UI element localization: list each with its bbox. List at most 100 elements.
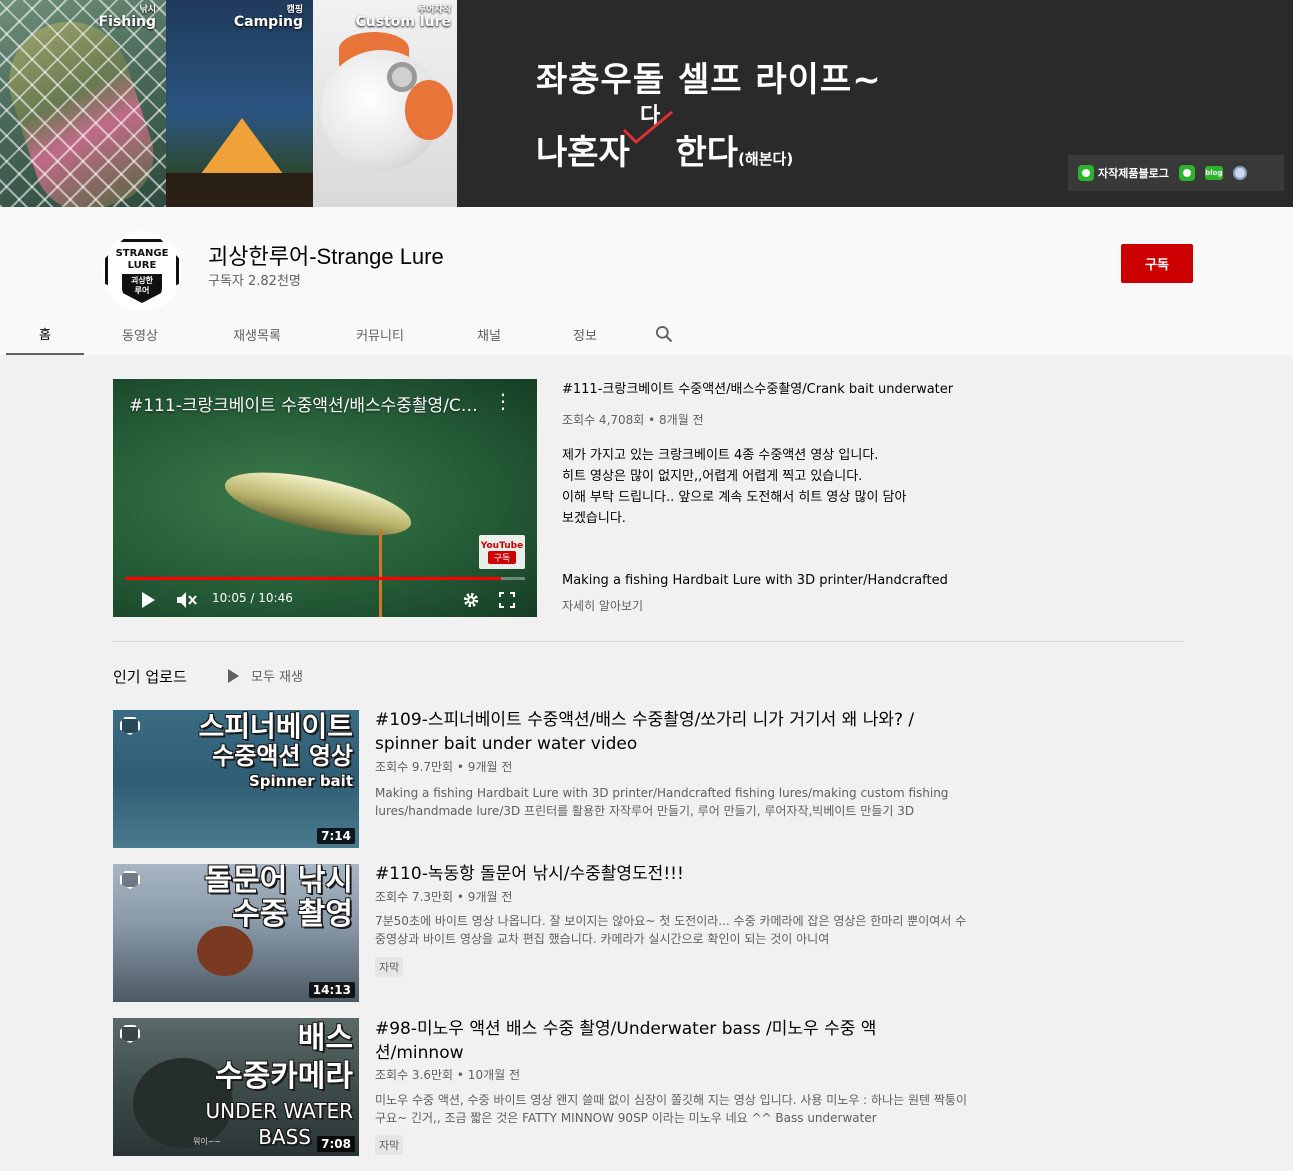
video-duration: 7:14 xyxy=(317,828,355,844)
description-line: 이해 부탁 드립니다.. 앞으로 계속 도전해서 히트 영상 많이 담아 xyxy=(562,490,907,505)
thumbnail-text: UNDER WATER xyxy=(205,1099,353,1123)
video-description: Making a fishing Hardbait Lure with 3D p… xyxy=(375,786,949,818)
channel-logo-icon xyxy=(120,717,140,735)
play-button[interactable] xyxy=(137,589,159,611)
banner-link-3[interactable]: blog xyxy=(1204,166,1223,180)
avatar-text: LURE xyxy=(127,260,157,271)
thumbnail-text: 돌문어 낚시 xyxy=(204,864,353,898)
green-circle-icon xyxy=(1078,165,1094,181)
featured-video-description: 제가 가지고 있는 크랑크베이트 4종 수중액션 영상 입니다. 히트 영상은 … xyxy=(562,445,972,529)
read-more-link[interactable]: 자세히 알아보기 xyxy=(562,597,643,614)
banner-panel-label: 루어자작 Custom lure xyxy=(355,5,451,30)
subscribe-button[interactable]: 구독 xyxy=(1121,244,1193,283)
video-title[interactable]: #98-미노우 액션 배스 수중 촬영/Underwater bass /미노우… xyxy=(375,1017,935,1065)
banner-panel-label: 캠핑 Camping xyxy=(233,5,303,30)
time-display: 10:05 / 10:46 xyxy=(212,591,293,605)
settings-button[interactable] xyxy=(460,589,482,611)
subscribe-watermark[interactable]: YouTube 구독 xyxy=(479,535,525,569)
ground xyxy=(166,173,313,207)
search-icon xyxy=(656,326,673,343)
thumbnail-text: BASS xyxy=(258,1125,311,1149)
progress-fill xyxy=(125,577,501,580)
tent-image xyxy=(198,118,286,178)
channel-banner: 낚시 Fishing 캠핑 Camping 루어자작 Custom lure 좌충우돌… xyxy=(0,0,1293,207)
thumbnail-text: Spinner bait xyxy=(248,772,353,790)
globe-icon xyxy=(1232,166,1247,180)
fullscreen-button[interactable] xyxy=(496,589,518,611)
video-thumbnail[interactable]: 배스 수중카메라 UNDER WATER BASS 워이~~ 7:08 xyxy=(113,1018,359,1156)
shelf-title[interactable]: 인기 업로드 xyxy=(113,666,187,687)
banner-link-4[interactable] xyxy=(1232,166,1247,180)
headline-part-small: (해본다) xyxy=(738,150,794,168)
tab-about[interactable]: 정보 xyxy=(536,313,634,355)
play-all-button[interactable]: 모두 재생 xyxy=(228,666,303,685)
tab-videos[interactable]: 동영상 xyxy=(84,313,196,355)
avatar-text: STRANGE xyxy=(115,248,169,259)
featured-video-description-extra: Making a fishing Hardbait Lure with 3D p… xyxy=(562,573,948,588)
net-pattern xyxy=(0,0,166,207)
video-meta: 조회수 3.6만회 • 10개월 전 xyxy=(375,1068,521,1082)
progress-bar[interactable] xyxy=(125,577,525,580)
headline-part: 한다 xyxy=(675,133,739,173)
subtitles-badge: 자막 xyxy=(375,957,404,977)
banner-link-2[interactable] xyxy=(1178,165,1195,181)
channel-header: STRANGE LURE 괴상한 루어 괴상한루어-Strange Lure 구독… xyxy=(0,207,1293,355)
video-duration: 7:08 xyxy=(317,1136,355,1152)
banner-link-label: 자작제품블로그 xyxy=(1098,167,1169,180)
thumbnail-text: 스피너베이트 xyxy=(198,710,353,743)
video-frame-line xyxy=(379,529,382,617)
fullscreen-icon xyxy=(499,592,515,608)
avatar-text: 괴상한 xyxy=(130,276,154,285)
avatar-logo: STRANGE LURE 괴상한 루어 xyxy=(105,239,179,303)
avatar[interactable]: STRANGE LURE 괴상한 루어 xyxy=(102,231,182,311)
video-frame-lure xyxy=(219,459,417,549)
tab-channels[interactable]: 채널 xyxy=(442,313,536,355)
banner-panel-label: 낚시 Fishing xyxy=(98,5,156,30)
tab-playlists[interactable]: 재생목록 xyxy=(196,313,318,355)
description-line: 제가 가지고 있는 크랑크베이트 4종 수중액션 영상 입니다. xyxy=(562,448,879,463)
video-thumbnail[interactable]: 스피너베이트 수중액션 영상 Spinner bait 7:14 xyxy=(113,710,359,848)
channel-tabs: 홈 동영상 재생목록 커뮤니티 채널 정보 xyxy=(6,313,694,355)
headline-part: 나혼자 xyxy=(536,133,630,173)
divider xyxy=(113,641,1183,642)
description-line: 보겠습니다. xyxy=(562,511,626,526)
avatar-text-box: 괴상한 루어 xyxy=(122,274,162,302)
featured-video-player[interactable]: #111-크랑크베이트 수중액션/배스수중촬영/Crank bait under… xyxy=(113,379,537,617)
tab-search[interactable] xyxy=(634,313,694,355)
banner-panel-lure: 루어자작 Custom lure xyxy=(313,0,457,207)
video-description: 미노우 수중 액션, 수중 바이트 영상 왠지 쓸때 없이 심장이 쫄깃해 지는… xyxy=(375,1093,967,1125)
banner-link-blog[interactable]: 자작제품블로그 xyxy=(1078,165,1169,181)
thumbnail-text: 수중 촬영 xyxy=(232,897,353,932)
blog-icon: blog xyxy=(1204,166,1223,180)
description-line: 히트 영상은 많이 없지만,,어렵게 어렵게 찍고 있습니다. xyxy=(562,469,863,484)
channel-logo-icon xyxy=(120,871,140,889)
more-vert-icon[interactable]: ⋮ xyxy=(493,389,513,413)
channel-name: 괴상한루어-Strange Lure xyxy=(208,244,444,269)
video-title[interactable]: #109-스피너베이트 수중액션/배스 수중촬영/쏘가리 니가 거기서 왜 나와… xyxy=(375,708,935,756)
featured-video-meta: 조회수 4,708회 • 8개월 전 xyxy=(562,413,704,427)
featured-video-title[interactable]: #111-크랑크베이트 수중액션/배스수중촬영/Crank bait under… xyxy=(562,378,972,397)
video-meta: 조회수 7.3만회 • 9개월 전 xyxy=(375,890,513,904)
video-duration: 14:13 xyxy=(308,982,355,998)
banner-panel-camping: 캠핑 Camping xyxy=(166,0,313,207)
octopus-image xyxy=(197,926,253,976)
thumbnail-text: 배스 xyxy=(297,1021,353,1056)
video-meta: 조회수 9.7만회 • 9개월 전 xyxy=(375,760,513,774)
banner-panel-fishing: 낚시 Fishing xyxy=(0,0,166,207)
banner-links: 자작제품블로그 blog xyxy=(1068,155,1284,191)
banner-headline: 좌충우돌 셀프 라이프~ xyxy=(536,60,882,100)
mute-button[interactable] xyxy=(175,589,199,611)
lure-lip xyxy=(405,80,453,140)
play-icon xyxy=(228,668,239,683)
subtitles-badge: 자막 xyxy=(375,1135,404,1155)
watermark-text: YouTube xyxy=(480,540,524,551)
thumbnail-text: 수중카메라 xyxy=(215,1059,353,1094)
video-title[interactable]: #110-녹동항 돌문어 낚시/수중촬영도전!!! xyxy=(375,862,935,886)
gear-icon xyxy=(463,592,479,608)
thumbnail-text: 수중액션 영상 xyxy=(212,742,353,770)
video-thumbnail[interactable]: 돌문어 낚시 수중 촬영 14:13 xyxy=(113,864,359,1002)
lure-eye xyxy=(387,62,417,92)
tab-home[interactable]: 홈 xyxy=(6,313,84,355)
tab-community[interactable]: 커뮤니티 xyxy=(318,313,442,355)
player-title[interactable]: #111-크랑크베이트 수중액션/배스수중촬영/Crank bait under… xyxy=(129,391,479,416)
